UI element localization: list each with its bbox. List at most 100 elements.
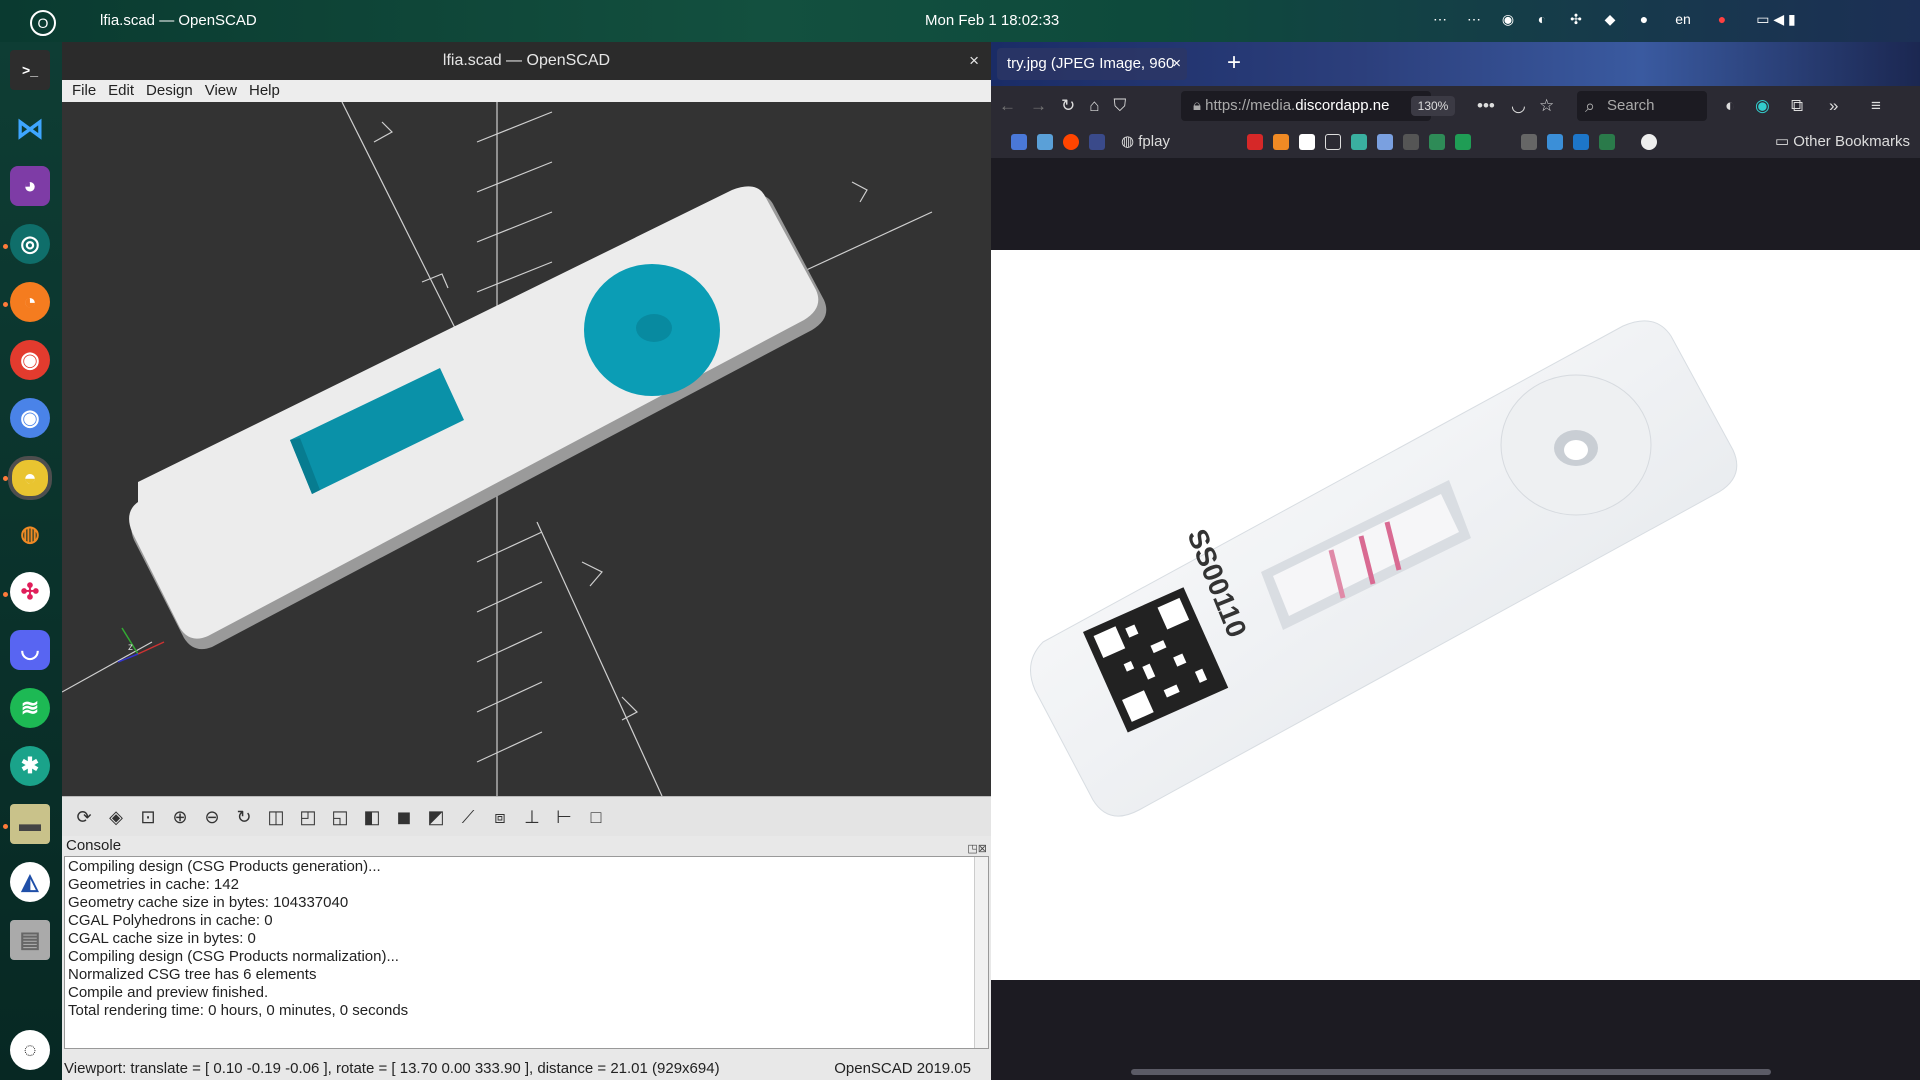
view-top-icon[interactable]: ◰: [296, 805, 320, 829]
bookmark-icon[interactable]: [1599, 134, 1615, 150]
firefox-icon[interactable]: ◔: [10, 282, 50, 322]
view-bottom-icon[interactable]: ◱: [328, 805, 352, 829]
openscad-window: lfia.scad — OpenSCAD × File Edit Design …: [62, 42, 991, 1080]
show-apps-icon[interactable]: ◌: [10, 1030, 50, 1070]
language-indicator[interactable]: en: [1668, 10, 1698, 28]
bookmark-icon[interactable]: [1429, 134, 1445, 150]
view-back-icon[interactable]: ◩: [424, 805, 448, 829]
trash-icon[interactable]: ▤: [10, 920, 50, 960]
zoom-in-icon[interactable]: ⊕: [168, 805, 192, 829]
back-icon[interactable]: ←: [999, 96, 1016, 116]
github-desktop-icon[interactable]: ◕: [10, 166, 50, 206]
close-icon[interactable]: ×: [969, 42, 979, 80]
bookmark-icon[interactable]: [1521, 134, 1537, 150]
chrome-indicator-icon[interactable]: ◉: [1498, 10, 1518, 28]
gitkraken-icon[interactable]: ◎: [10, 224, 50, 264]
view-front-icon[interactable]: ◼: [392, 805, 416, 829]
console-line: Geometry cache size in bytes: 104337040: [68, 894, 349, 911]
menu-design[interactable]: Design: [146, 80, 193, 102]
shield-icon[interactable]: ⛉: [1114, 96, 1127, 116]
preview-icon[interactable]: ⟳: [72, 805, 96, 829]
bookmark-icon[interactable]: [1011, 134, 1027, 150]
render-icon[interactable]: ◈: [104, 805, 128, 829]
markdown-app-icon[interactable]: ◭: [10, 862, 50, 902]
openscad-titlebar[interactable]: lfia.scad — OpenSCAD ×: [62, 42, 991, 80]
home-icon[interactable]: ⌂: [1089, 96, 1099, 116]
show-edges-icon[interactable]: □: [584, 805, 608, 829]
bookmark-star-icon[interactable]: ☆: [1539, 96, 1554, 116]
slack-indicator-icon[interactable]: ✣: [1566, 10, 1586, 28]
zoom-badge[interactable]: 130%: [1411, 96, 1455, 116]
tab-close-icon[interactable]: ×: [1172, 48, 1181, 80]
bookmark-icon[interactable]: [1547, 134, 1563, 150]
view-all-icon[interactable]: ⊡: [136, 805, 160, 829]
zoom-out-icon[interactable]: ⊖: [200, 805, 224, 829]
bookmark-icon[interactable]: [1037, 134, 1053, 150]
bookmark-icon[interactable]: [1089, 134, 1105, 150]
reset-view-icon[interactable]: ↻: [232, 805, 256, 829]
activities-button[interactable]: O: [30, 10, 56, 36]
bookmark-icon[interactable]: [1351, 134, 1367, 150]
tab-image[interactable]: try.jpg (JPEG Image, 960 × ×: [997, 48, 1187, 104]
bookmark-fplay[interactable]: ◍ fplay: [1121, 126, 1170, 158]
camera-app-icon[interactable]: ✱: [10, 746, 50, 786]
bookmark-icon[interactable]: [1247, 134, 1263, 150]
menu-view[interactable]: View: [205, 80, 237, 102]
error-indicator-icon[interactable]: ●: [1712, 10, 1732, 28]
clock[interactable]: Mon Feb 1 18:02:33: [925, 12, 1059, 29]
chrome-icon[interactable]: ◉: [10, 340, 50, 380]
terminal-icon[interactable]: >_: [10, 50, 50, 90]
discord-indicator-icon[interactable]: ◐: [1532, 10, 1552, 28]
github-icon[interactable]: [1641, 134, 1657, 150]
reddit-icon[interactable]: [1063, 134, 1079, 150]
orthogonal-icon[interactable]: ⧈: [488, 805, 512, 829]
show-scale-icon[interactable]: ⊢: [552, 805, 576, 829]
spotify-icon[interactable]: ≋: [10, 688, 50, 728]
show-axes-icon[interactable]: ⊥: [520, 805, 544, 829]
teams-indicator-icon[interactable]: ◆: [1600, 10, 1620, 28]
new-tab-button[interactable]: +: [1227, 48, 1241, 78]
bookmark-icon[interactable]: [1273, 134, 1289, 150]
bookmark-icon[interactable]: [1325, 134, 1341, 150]
forward-icon[interactable]: →: [1030, 96, 1047, 116]
menu-file[interactable]: File: [72, 80, 96, 102]
extension-icon-2[interactable]: ◉: [1755, 96, 1770, 116]
screenshot-icon[interactable]: ⧉: [1791, 96, 1803, 116]
apps-grid-icon[interactable]: ⋯: [1430, 10, 1450, 28]
menu-icon[interactable]: ⋯: [1464, 10, 1484, 28]
console-scrollbar[interactable]: [974, 857, 988, 1048]
page-actions-icon[interactable]: •••: [1477, 96, 1495, 116]
system-tray-icons[interactable]: ▭ ◀ ▮: [1746, 10, 1806, 28]
pocket-icon[interactable]: ◡: [1511, 96, 1526, 116]
bookmark-icon[interactable]: [1403, 134, 1419, 150]
openscad-icon[interactable]: ◓: [8, 456, 52, 500]
extension-icon[interactable]: ◐: [1725, 96, 1735, 116]
other-bookmarks[interactable]: ▭ Other Bookmarks: [1775, 126, 1910, 158]
menu-icon[interactable]: ≡: [1871, 96, 1881, 116]
wikipedia-icon[interactable]: [1299, 134, 1315, 150]
menu-help[interactable]: Help: [249, 80, 280, 102]
active-window-title[interactable]: lfia.scad — OpenSCAD: [100, 12, 257, 29]
chromium-icon[interactable]: ◉: [10, 398, 50, 438]
search-box[interactable]: Search: [1577, 91, 1707, 121]
discord-icon[interactable]: ◡: [10, 630, 50, 670]
viewport-status: Viewport: translate = [ 0.10 -0.19 -0.06…: [64, 1060, 720, 1077]
reload-icon[interactable]: ↻: [1061, 96, 1075, 116]
bookmark-icon[interactable]: [1377, 134, 1393, 150]
blender-icon[interactable]: ◍: [10, 514, 50, 554]
bookmark-icon[interactable]: [1573, 134, 1589, 150]
perspective-icon[interactable]: ⟋: [456, 805, 480, 829]
vscode-icon[interactable]: ⋈: [10, 108, 50, 148]
url-bar[interactable]: 🔒︎ https://media.discordapp.ne: [1181, 91, 1431, 121]
files-icon[interactable]: ▬: [10, 804, 50, 844]
github-indicator-icon[interactable]: ●: [1634, 10, 1654, 28]
slack-icon[interactable]: ✣: [10, 572, 50, 612]
horizontal-scrollbar[interactable]: [1131, 1069, 1771, 1075]
console-output[interactable]: Compiling design (CSG Products generatio…: [64, 856, 989, 1049]
overflow-icon[interactable]: »: [1829, 96, 1838, 116]
menu-edit[interactable]: Edit: [108, 80, 134, 102]
3d-viewport[interactable]: z: [62, 102, 991, 796]
view-right-icon[interactable]: ◫: [264, 805, 288, 829]
view-left-icon[interactable]: ◧: [360, 805, 384, 829]
bookmark-icon[interactable]: [1455, 134, 1471, 150]
